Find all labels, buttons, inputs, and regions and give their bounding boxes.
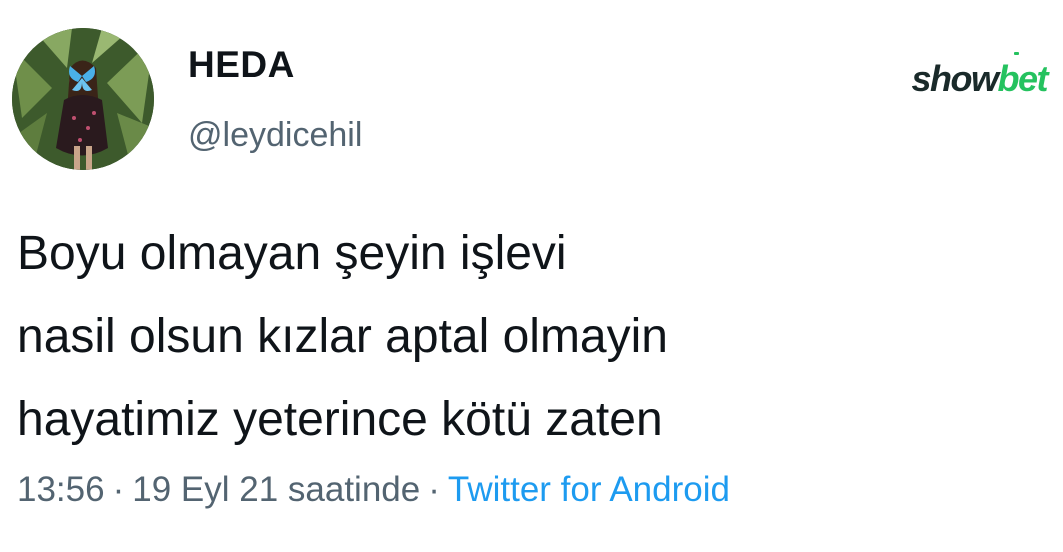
separator: · [428, 470, 440, 509]
tweet-time[interactable]: 13:56 [17, 470, 105, 509]
author-display-name[interactable]: HEDA [188, 44, 295, 86]
logo-text-bet: bet [997, 58, 1049, 99]
tweet-line: nasil olsun kızlar aptal olmayin [17, 310, 668, 363]
avatar[interactable] [12, 28, 154, 170]
tweet-date[interactable]: 19 Eyl 21 saatinde [132, 470, 420, 509]
author-handle[interactable]: @leydicehil [188, 116, 362, 155]
tweet-line: hayatimiz yeterince kötü zaten [17, 393, 663, 446]
logo-accent-dot [1014, 52, 1019, 55]
logo-text-show: show [911, 58, 999, 99]
showbet-logo: showbet [911, 58, 1049, 100]
tweet-meta: 13:56 · 19 Eyl 21 saatinde · Twitter for And… [17, 470, 730, 510]
avatar-photo [12, 28, 154, 170]
tweet-text: Boyu olmayan şeyin işlevi nasil olsun kı… [17, 212, 1047, 461]
tweet-line: Boyu olmayan şeyin işlevi [17, 227, 567, 280]
separator: · [112, 470, 125, 509]
tweet-source-link[interactable]: Twitter for Android [448, 470, 730, 509]
